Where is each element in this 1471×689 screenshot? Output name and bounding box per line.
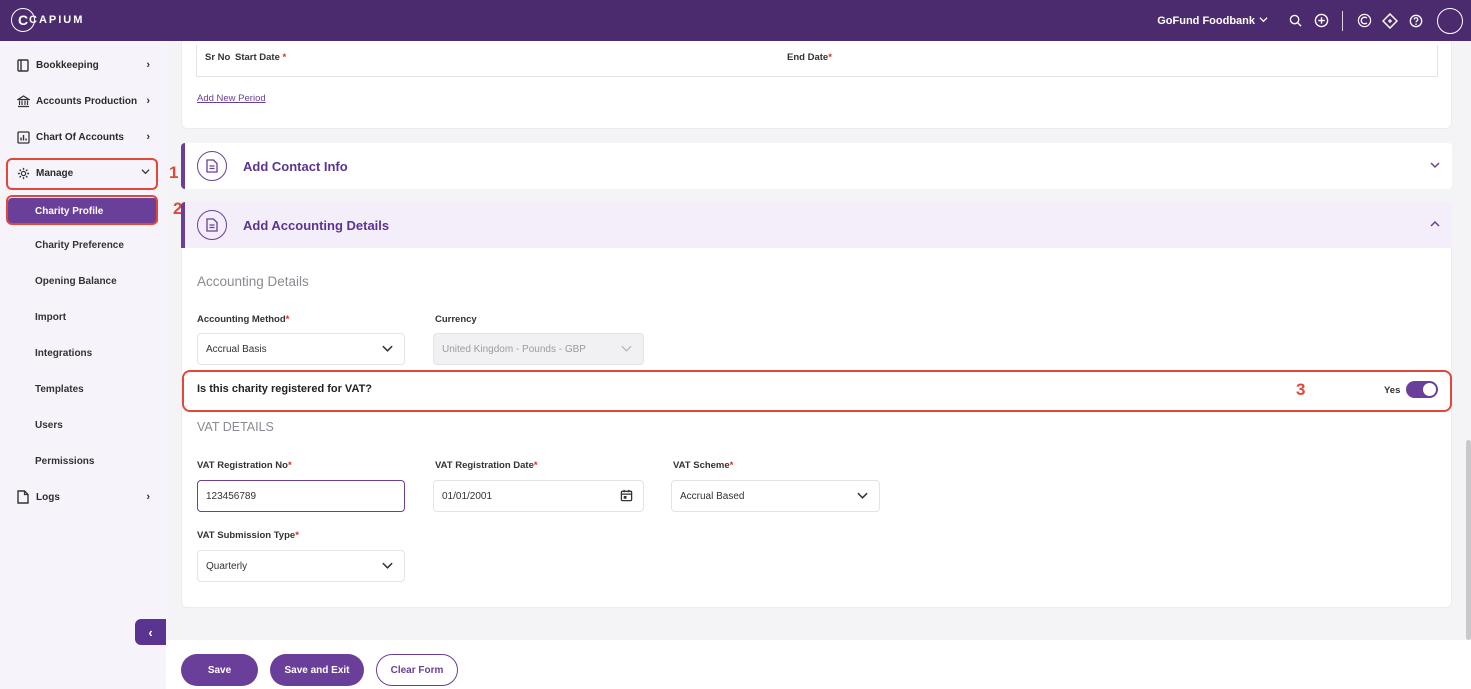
sidebar-item-permissions[interactable]: Permissions [8,448,158,474]
sidebar-item-charity-preference[interactable]: Charity Preference [8,232,158,258]
diamond-icon[interactable] [1379,10,1401,32]
chart-icon [16,130,30,144]
calendar-icon[interactable] [620,489,634,503]
accordion-accounting-details[interactable]: Add Accounting Details [181,202,1452,248]
add-new-period-link[interactable]: Add New Period [197,93,266,104]
add-circle-icon[interactable] [1310,10,1332,32]
book-icon [16,58,30,72]
sidebar-item-import[interactable]: Import [8,304,158,330]
section-title-accounting-details: Accounting Details [197,274,309,289]
accordion-title: Add Contact Info [243,158,348,174]
sidebar-item-templates[interactable]: Templates [8,376,158,402]
logo-text: CAPIUM [29,14,85,26]
sidebar-item-label: Logs [36,491,60,503]
vat-registered-question: Is this charity registered for VAT? [197,383,373,395]
save-button[interactable]: Save [181,654,258,686]
vat-registration-no-input[interactable]: 123456789 [197,480,405,512]
chevron-down-icon [381,559,395,573]
accounting-method-value: Accrual Basis [206,343,267,355]
column-header-start-date: Start Date * [235,52,291,63]
chevron-up-icon [1430,218,1440,232]
accordion-contact-info[interactable]: Add Contact Info [181,143,1452,189]
step-number-3: 3 [1296,380,1306,399]
highlight-box-vat-question [182,370,1452,412]
chevron-right-icon: › [146,59,150,71]
clear-form-button[interactable]: Clear Form [376,654,458,686]
sidebar-item-label: Accounts Production [36,95,138,107]
step-number-1: 1 [169,163,179,182]
column-header-sr-no: Sr No [205,52,231,63]
vat-scheme-label: VAT Scheme* [673,460,734,471]
vat-registration-no-label: VAT Registration No* [197,460,292,471]
chevron-down-icon [1430,159,1440,173]
vat-scheme-value: Accrual Based [680,490,745,502]
avatar[interactable] [1437,7,1463,34]
sidebar-item-chart-of-accounts[interactable]: Chart Of Accounts › [8,122,158,152]
vat-submission-type-value: Quarterly [206,560,248,572]
top-bar: C CAPIUM GoFund Foodbank [0,0,1471,41]
document-icon [16,490,30,504]
toggle-knob [1423,383,1436,396]
save-and-exit-button[interactable]: Save and Exit [270,654,364,686]
sidebar-item-integrations[interactable]: Integrations [8,340,158,366]
company-switcher[interactable]: GoFund Foodbank [1157,15,1268,27]
sidebar-item-users[interactable]: Users [8,412,158,438]
document-icon [197,151,227,181]
capium-logo[interactable]: C CAPIUM [11,8,84,32]
help-icon[interactable] [1405,10,1427,32]
capium-c-icon[interactable] [1353,10,1375,32]
sidebar: Bookkeeping › Accounts Production › Char… [0,41,166,689]
accounting-details-panel: Accounting Details Accounting Method* Ac… [181,248,1452,608]
sidebar-item-opening-balance[interactable]: Opening Balance [8,268,158,294]
accounting-method-label: Accounting Method* [197,314,290,325]
highlight-box-manage [6,158,158,190]
form-footer: Save Save and Exit Clear Form [166,640,1471,689]
chevron-down-icon [381,342,395,356]
chevron-down-icon [1259,15,1268,26]
vat-submission-type-label: VAT Submission Type* [197,530,299,541]
bank-icon [16,94,30,108]
sidebar-item-label: Chart Of Accounts [36,131,124,143]
vat-registration-date-value: 01/01/2001 [442,490,493,502]
vat-registration-no-value: 123456789 [206,490,257,502]
chevron-left-icon[interactable]: ‹ [135,619,166,645]
currency-label: Currency [435,314,477,325]
currency-select: United Kingdom - Pounds - GBP [433,333,644,365]
document-icon [197,210,227,240]
vat-registered-toggle[interactable] [1406,381,1438,398]
chevron-right-icon: › [146,131,150,143]
divider [1342,10,1343,31]
accordion-title: Add Accounting Details [243,217,390,233]
search-icon[interactable] [1284,10,1306,32]
periods-table: Sr No Start Date * End Date* [196,45,1438,77]
section-title-vat-details: VAT DETAILS [197,420,274,434]
chevron-down-icon [620,342,634,356]
chevron-right-icon: › [146,491,150,503]
sidebar-item-bookkeeping[interactable]: Bookkeeping › [8,50,158,80]
highlight-box-charity-profile [6,195,158,225]
vat-scheme-select[interactable]: Accrual Based [671,480,880,512]
sidebar-item-accounts-production[interactable]: Accounts Production › [8,86,158,116]
sidebar-item-label: Bookkeeping [36,59,99,71]
accounting-method-select[interactable]: Accrual Basis [197,333,405,365]
currency-value: United Kingdom - Pounds - GBP [442,343,586,355]
scrollbar[interactable] [1466,440,1471,640]
vat-registration-date-input[interactable]: 01/01/2001 [433,480,644,512]
vat-registration-date-label: VAT Registration Date* [435,460,538,471]
column-header-end-date: End Date* [787,52,832,63]
vat-toggle-label: Yes [1384,385,1401,396]
sidebar-item-logs[interactable]: Logs › [8,482,158,512]
vat-submission-type-select[interactable]: Quarterly [197,550,405,582]
chevron-right-icon: › [146,95,150,107]
accounting-periods-card: Sr No Start Date * End Date* Add New Per… [181,41,1452,129]
company-name: GoFund Foodbank [1157,14,1255,27]
chevron-down-icon [856,489,870,503]
